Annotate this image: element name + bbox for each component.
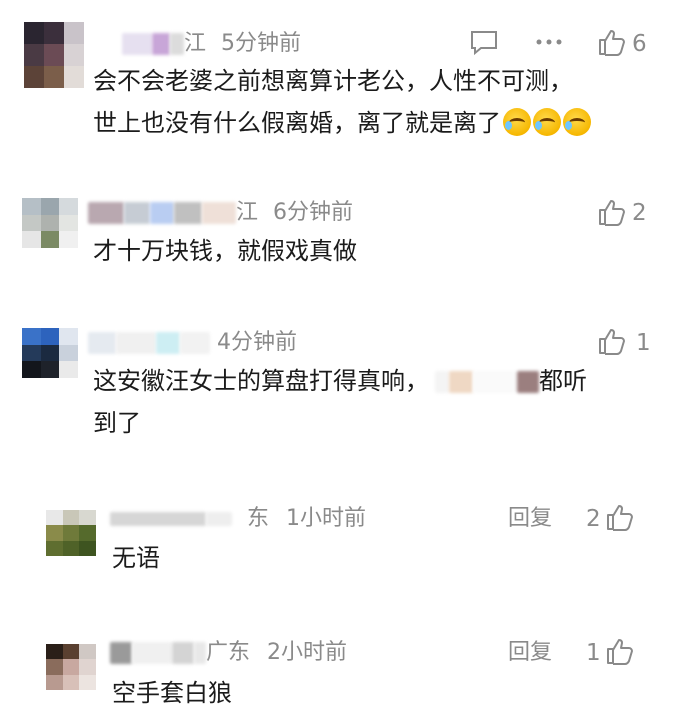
like-count: 1 — [636, 330, 651, 356]
like-count: 6 — [632, 31, 647, 57]
crying-laughing-emoji — [503, 108, 531, 136]
username-blurred[interactable] — [132, 642, 172, 664]
mention-blurred[interactable] — [517, 371, 539, 393]
comment-time: 4分钟前 — [217, 330, 297, 355]
username-blurred[interactable] — [150, 202, 174, 224]
thumbs-up-icon[interactable] — [598, 28, 626, 56]
like-count: 1 — [586, 640, 601, 666]
username-blurred[interactable] — [194, 642, 206, 664]
like-count: 2 — [632, 200, 647, 226]
comment-meta: 江 5分钟前 — [122, 30, 301, 58]
username-fragment[interactable]: 广东 — [206, 640, 250, 665]
reply-time: 2小时前 — [267, 640, 348, 665]
reply-button[interactable]: 回复 — [508, 639, 552, 667]
comment-text-suffix: 都听 — [539, 367, 587, 395]
username-blurred[interactable] — [206, 512, 232, 526]
username-blurred[interactable] — [88, 202, 124, 224]
comment-text-line-content: 世上也没有什么假离婚，离了就是离了 — [93, 109, 501, 137]
comment-text: 这安徽汪女士的算盘打得真响， 都听 到了 — [93, 360, 587, 444]
comment-icon[interactable] — [470, 30, 498, 56]
reply-time: 1小时前 — [286, 506, 367, 531]
reply-button[interactable]: 回复 — [508, 505, 552, 533]
username-blurred[interactable] — [156, 332, 180, 354]
like-count: 2 — [586, 506, 601, 532]
username-blurred[interactable] — [152, 33, 170, 55]
comment-text-prefix: 这安徽汪女士的算盘打得真响， — [93, 367, 429, 395]
reply-meta: 广东 2小时前 — [110, 639, 347, 667]
username-blurred[interactable] — [116, 332, 156, 354]
comment-text-line: 会不会老婆之前想离算计老公，人性不可测， — [93, 67, 573, 95]
username-blurred[interactable] — [88, 332, 116, 354]
thumbs-up-icon[interactable] — [606, 503, 634, 531]
avatar[interactable] — [22, 328, 78, 378]
mention-blurred[interactable] — [449, 371, 473, 393]
mention-blurred[interactable] — [435, 371, 449, 393]
more-icon[interactable] — [535, 38, 563, 46]
username-blurred[interactable] — [180, 332, 210, 354]
thumbs-up-icon[interactable] — [598, 327, 626, 355]
thumbs-up-icon[interactable] — [606, 637, 634, 665]
avatar[interactable] — [46, 510, 96, 556]
username-blurred[interactable] — [172, 642, 194, 664]
comment-text: 会不会老婆之前想离算计老公，人性不可测， 世上也没有什么假离婚，离了就是离了 — [93, 60, 591, 144]
username-blurred[interactable] — [122, 33, 152, 55]
username-suffix[interactable]: 江 — [184, 31, 206, 56]
username-blurred[interactable] — [174, 202, 202, 224]
username-blurred[interactable] — [110, 512, 206, 526]
comment-text: 才十万块钱，就假戏真做 — [93, 237, 357, 265]
comment-text-line: 世上也没有什么假离婚，离了就是离了 — [93, 102, 591, 144]
reply-text: 无语 — [112, 544, 160, 572]
username-fragment[interactable]: 东 — [247, 506, 269, 531]
comment-meta: 江 6分钟前 — [88, 199, 353, 227]
comment-time: 6分钟前 — [273, 200, 354, 225]
reply-meta: 东 1小时前 — [110, 505, 366, 533]
thumbs-up-icon[interactable] — [598, 198, 626, 226]
username-blurred[interactable] — [110, 642, 132, 664]
username-blurred[interactable] — [202, 202, 236, 224]
comment-meta: 4分钟前 — [88, 329, 297, 357]
comment-time: 5分钟前 — [221, 31, 302, 56]
avatar[interactable] — [46, 644, 96, 690]
crying-laughing-emoji — [563, 108, 591, 136]
comment-text-line: 到了 — [93, 409, 141, 437]
reply-text: 空手套白狼 — [112, 679, 232, 707]
username-blurred[interactable] — [170, 33, 184, 55]
avatar[interactable] — [22, 198, 78, 248]
avatar[interactable] — [24, 22, 84, 88]
crying-laughing-emoji — [533, 108, 561, 136]
comment-text-line: 这安徽汪女士的算盘打得真响， 都听 — [93, 360, 587, 402]
username-suffix[interactable]: 江 — [236, 200, 258, 225]
mention-blurred[interactable] — [473, 371, 517, 393]
username-blurred[interactable] — [124, 202, 150, 224]
